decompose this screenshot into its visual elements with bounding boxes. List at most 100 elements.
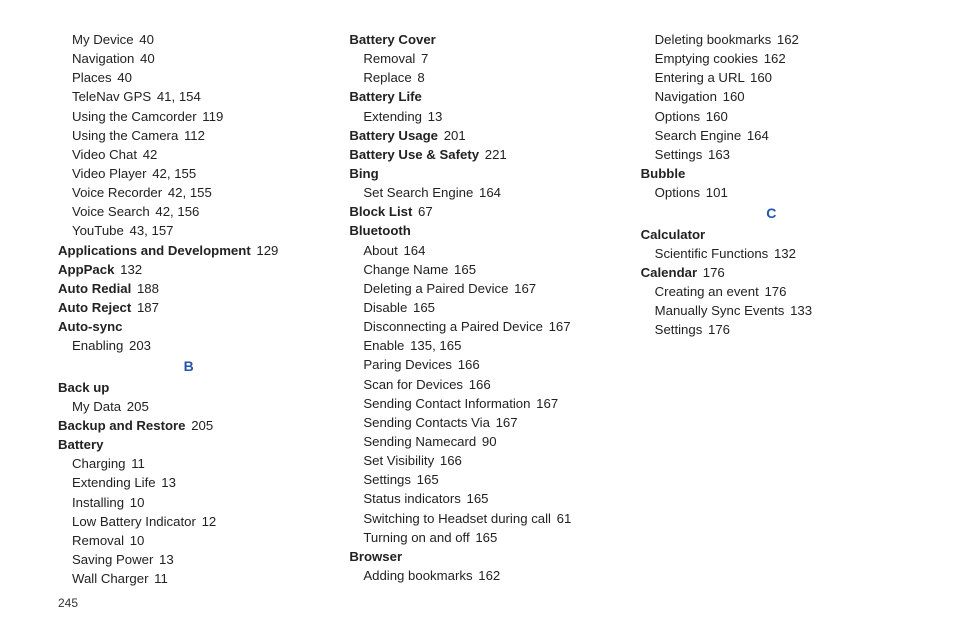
index-subentry: Deleting bookmarks 162 — [641, 30, 902, 49]
index-subentry: Enable 135, 165 — [349, 336, 610, 355]
entry-text: Video Player — [72, 166, 147, 181]
index-subentry: Status indicators 165 — [349, 489, 610, 508]
entry-pages: 41, 154 — [157, 89, 201, 104]
entry-pages: 129 — [256, 243, 278, 258]
entry-text: Battery — [58, 437, 103, 452]
index-heading: Calculator — [641, 225, 902, 244]
entry-text: Disconnecting a Paired Device — [363, 319, 543, 334]
index-subentry: Sending Contact Information 167 — [349, 394, 610, 413]
entry-pages: 10 — [130, 533, 145, 548]
entry-text: Backup and Restore — [58, 418, 186, 433]
entry-pages: 10 — [130, 495, 145, 510]
entry-text: Video Chat — [72, 147, 137, 162]
index-subentry: Set Search Engine 164 — [349, 183, 610, 202]
index-subentry: Voice Recorder 42, 155 — [58, 183, 319, 202]
index-subentry: Navigation 40 — [58, 49, 319, 68]
index-subentry: Emptying cookies 162 — [641, 49, 902, 68]
entry-text: Scan for Devices — [363, 377, 463, 392]
entry-pages: 132 — [774, 246, 796, 261]
entry-pages: 90 — [482, 434, 497, 449]
entry-text: Auto Redial — [58, 281, 131, 296]
index-subentry: TeleNav GPS 41, 154 — [58, 87, 319, 106]
index-heading: AppPack 132 — [58, 260, 319, 279]
entry-text: Enabling — [72, 338, 123, 353]
index-subentry: Using the Camera 112 — [58, 126, 319, 145]
index-subentry: Replace 8 — [349, 68, 610, 87]
index-heading: Battery Life — [349, 87, 610, 106]
entry-text: Navigation — [655, 89, 717, 104]
section-letter: C — [641, 202, 902, 224]
entry-text: Removal — [363, 51, 415, 66]
entry-text: Sending Contact Information — [363, 396, 530, 411]
entry-text: Search Engine — [655, 128, 742, 143]
entry-pages: 165 — [475, 530, 497, 545]
entry-pages: 61 — [557, 511, 572, 526]
index-subentry: Settings 165 — [349, 470, 610, 489]
entry-text: Battery Life — [349, 89, 422, 104]
section-letter-text: B — [184, 358, 194, 374]
index-subentry: Options 101 — [641, 183, 902, 202]
index-subentry: Wall Charger 11 — [58, 569, 319, 588]
entry-text: Wall Charger — [72, 571, 148, 586]
entry-pages: 101 — [706, 185, 728, 200]
entry-text: Sending Namecard — [363, 434, 476, 449]
entry-text: Auto-sync — [58, 319, 122, 334]
entry-text: Using the Camcorder — [72, 109, 197, 124]
index-heading: Browser — [349, 547, 610, 566]
entry-pages: 162 — [777, 32, 799, 47]
entry-text: Places — [72, 70, 112, 85]
entry-pages: 205 — [127, 399, 149, 414]
index-subentry: Turning on and off 165 — [349, 528, 610, 547]
entry-text: Charging — [72, 456, 126, 471]
entry-text: Bluetooth — [349, 223, 411, 238]
entry-pages: 11 — [154, 571, 168, 586]
index-subentry: Deleting a Paired Device 167 — [349, 279, 610, 298]
entry-pages: 40 — [117, 70, 132, 85]
index-subentry: Video Player 42, 155 — [58, 164, 319, 183]
entry-pages: 162 — [478, 568, 500, 583]
index-subentry: Sending Namecard 90 — [349, 432, 610, 451]
entry-pages: 187 — [137, 300, 159, 315]
index-subentry: Scientific Functions 132 — [641, 244, 902, 263]
index-heading: Auto Reject 187 — [58, 298, 319, 317]
index-heading: Battery Use & Safety 221 — [349, 145, 610, 164]
index-subentry: Voice Search 42, 156 — [58, 202, 319, 221]
entry-pages: 160 — [750, 70, 772, 85]
index-subentry: Navigation 160 — [641, 87, 902, 106]
entry-pages: 165 — [413, 300, 435, 315]
index-subentry: Entering a URL 160 — [641, 68, 902, 87]
entry-pages: 166 — [440, 453, 462, 468]
entry-pages: 167 — [496, 415, 518, 430]
entry-pages: 165 — [454, 262, 476, 277]
entry-text: Scientific Functions — [655, 246, 769, 261]
index-heading: Battery — [58, 435, 319, 454]
index-subentry: Sending Contacts Via 167 — [349, 413, 610, 432]
entry-text: Saving Power — [72, 552, 153, 567]
page-number: 245 — [58, 595, 78, 612]
entry-text: Set Visibility — [363, 453, 434, 468]
index-heading: Backup and Restore 205 — [58, 416, 319, 435]
index-subentry: Removal 7 — [349, 49, 610, 68]
index-subentry: Extending Life 13 — [58, 473, 319, 492]
entry-text: Battery Use & Safety — [349, 147, 479, 162]
entry-text: Navigation — [72, 51, 134, 66]
entry-pages: 176 — [708, 322, 730, 337]
entry-text: Sending Contacts Via — [363, 415, 490, 430]
entry-text: Switching to Headset during call — [363, 511, 551, 526]
entry-text: Options — [655, 185, 700, 200]
entry-pages: 40 — [140, 51, 155, 66]
entry-text: Battery Cover — [349, 32, 436, 47]
index-subentry: Removal 10 — [58, 531, 319, 550]
entry-text: Bing — [349, 166, 378, 181]
entry-text: Disable — [363, 300, 407, 315]
entry-pages: 163 — [708, 147, 730, 162]
entry-pages: 160 — [706, 109, 728, 124]
entry-text: Voice Search — [72, 204, 150, 219]
entry-text: My Device — [72, 32, 134, 47]
entry-pages: 13 — [428, 109, 443, 124]
index-heading: Auto Redial 188 — [58, 279, 319, 298]
entry-text: Turning on and off — [363, 530, 469, 545]
entry-pages: 42 — [143, 147, 158, 162]
index-subentry: Video Chat 42 — [58, 145, 319, 164]
entry-text: Extending — [363, 109, 422, 124]
